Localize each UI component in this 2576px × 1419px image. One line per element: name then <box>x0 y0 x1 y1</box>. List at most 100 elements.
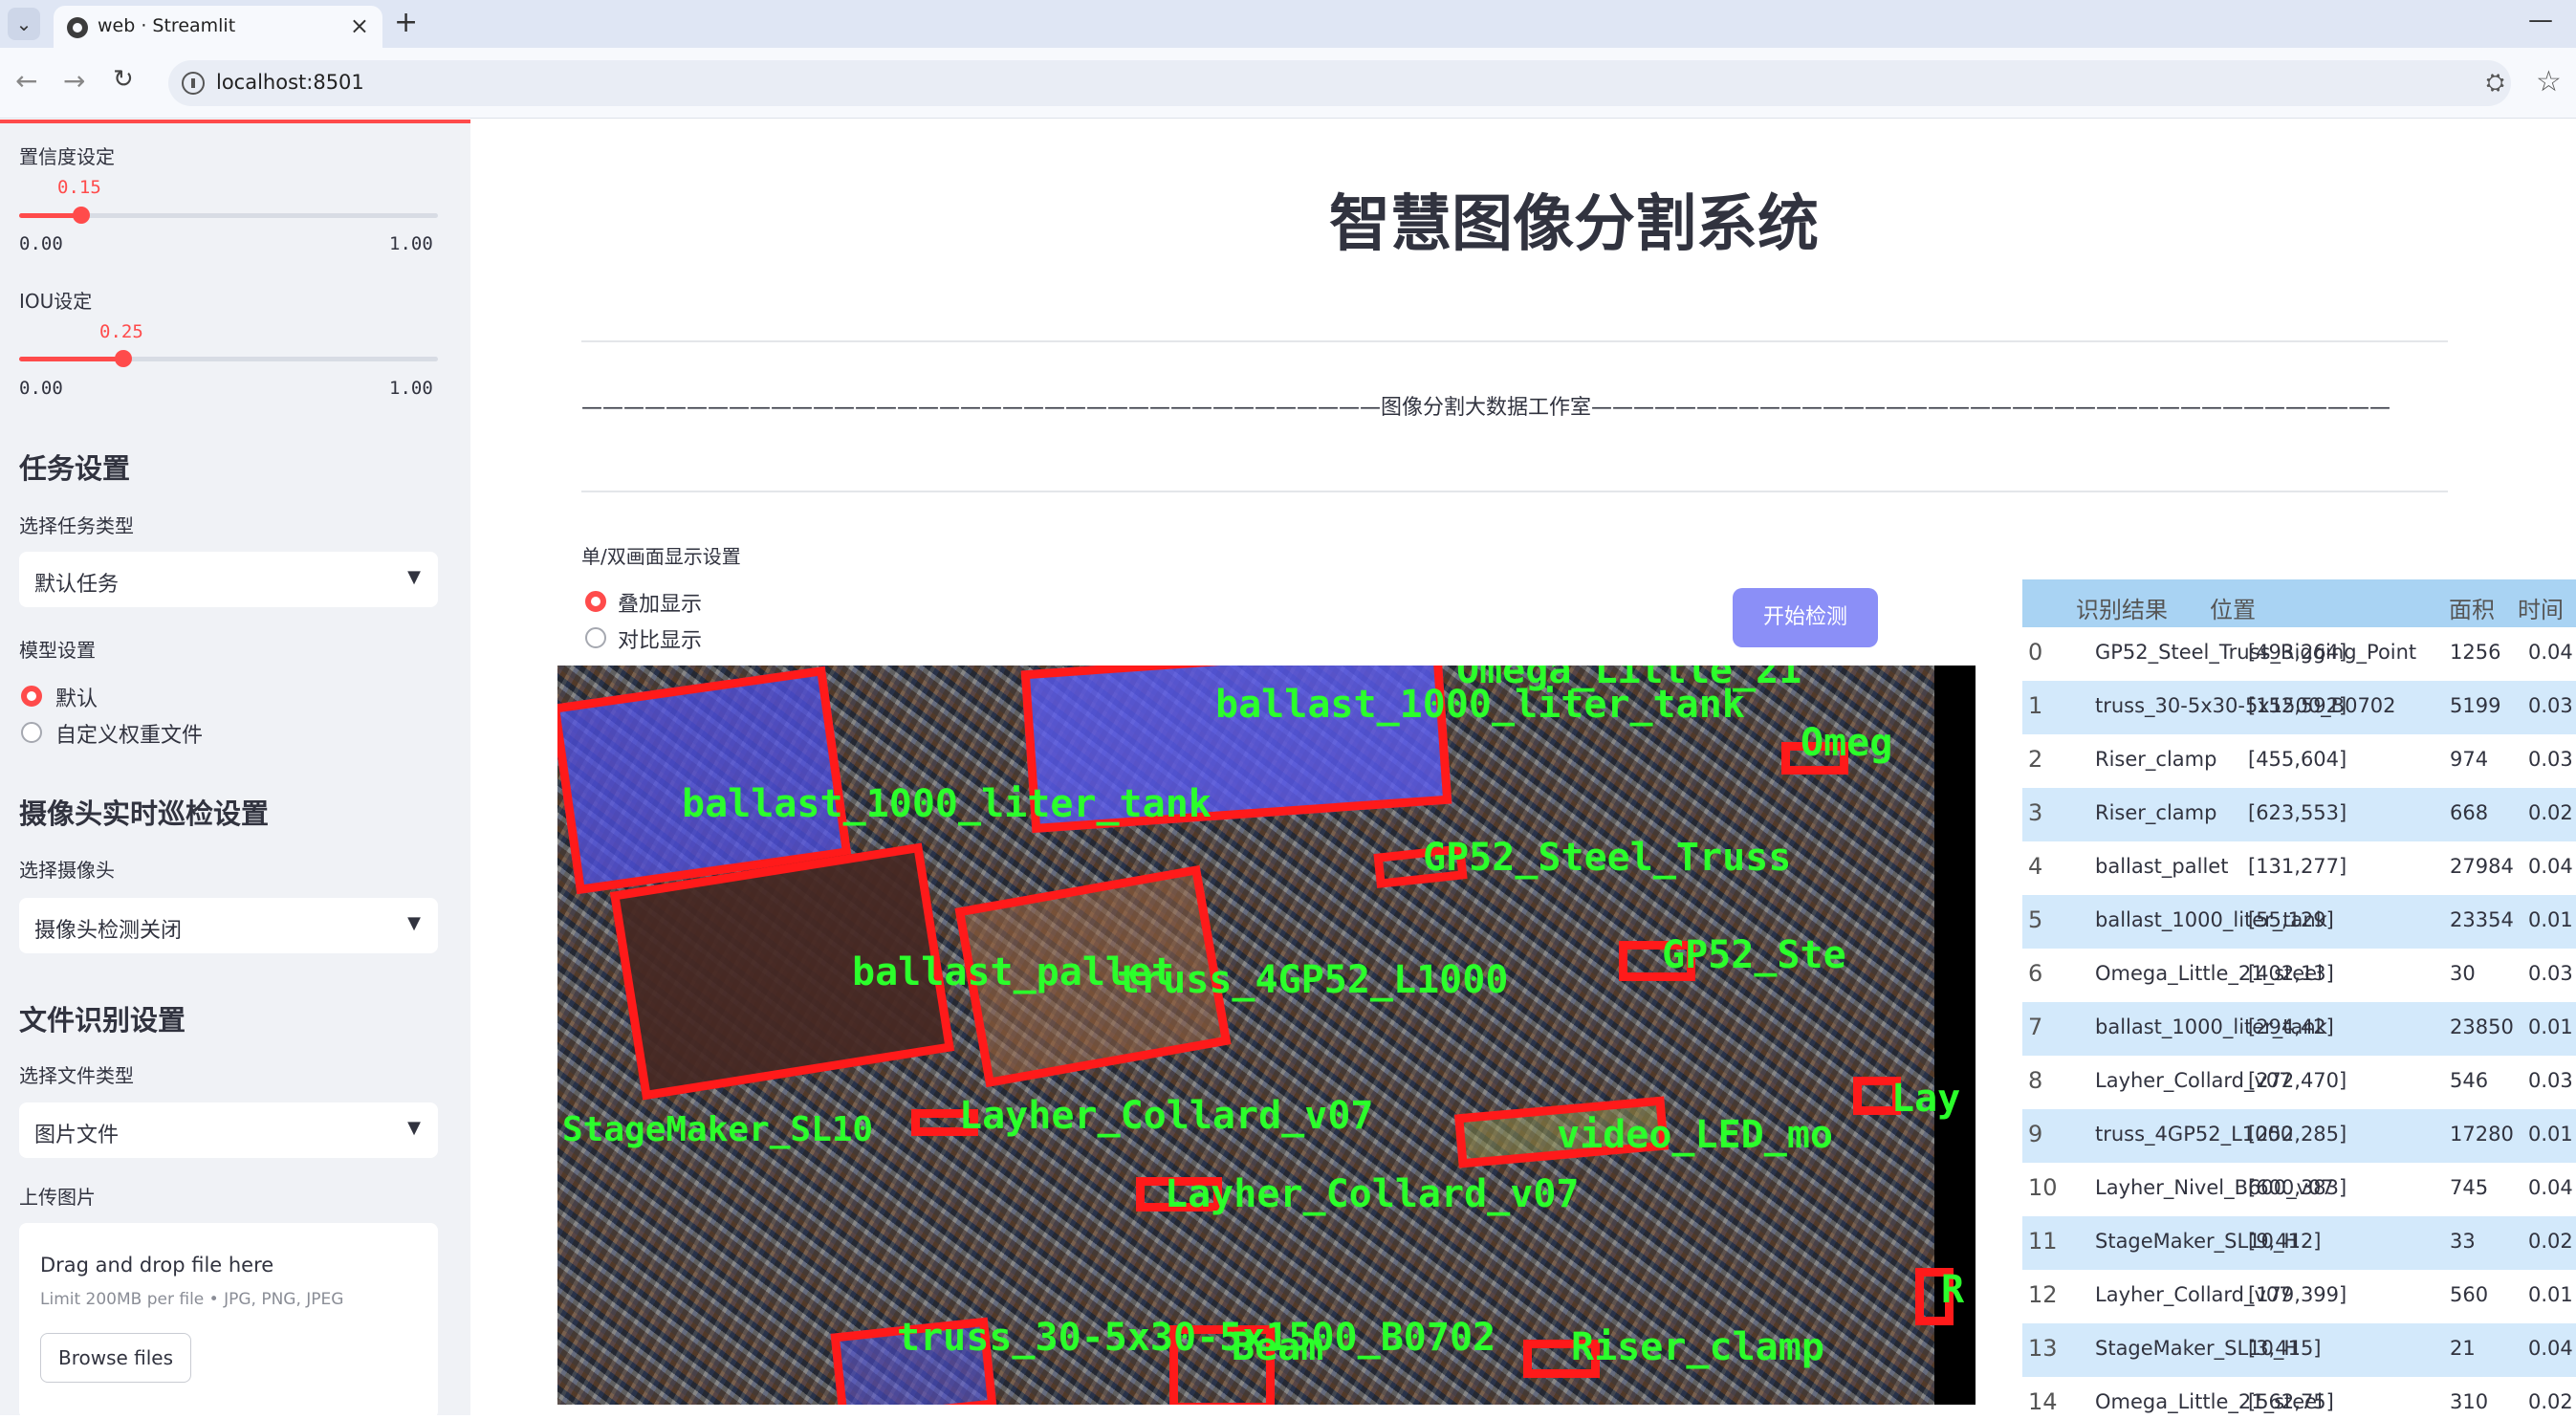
minimize-window-icon[interactable]: — <box>2528 6 2553 34</box>
close-tab-icon[interactable]: × <box>350 12 369 39</box>
model-custom-radio[interactable] <box>21 722 42 743</box>
position-cell: [9,412] <box>2248 1230 2322 1253</box>
compare-display-radio[interactable] <box>585 627 606 648</box>
overlay-display-radio[interactable] <box>585 591 606 612</box>
result-name-cell: Riser_clamp <box>2095 801 2217 824</box>
position-cell: [455,604] <box>2248 748 2347 771</box>
area-cell: 668 <box>2450 801 2489 824</box>
table-row[interactable]: 7 ballast_1000_liter_tank [294,42] 23850 0.0… <box>2022 1002 2576 1056</box>
position-cell: [623,553] <box>2248 801 2347 824</box>
model-default-radio[interactable] <box>21 686 42 707</box>
row-index: 8 <box>2028 1067 2043 1094</box>
area-cell: 745 <box>2450 1176 2489 1199</box>
table-row[interactable]: 2 Riser_clamp [455,604] 974 0.03 <box>2022 734 2576 788</box>
detection-label: truss_4GP52_L1000 <box>1117 958 1509 1002</box>
column-header[interactable]: 面积 <box>2449 591 2495 624</box>
back-arrow-icon[interactable]: ← <box>15 65 37 97</box>
detection-label: StageMaker_SL10 <box>562 1110 874 1149</box>
reload-icon[interactable]: ↻ <box>113 65 134 94</box>
divider <box>581 340 2448 342</box>
confidence-label: 置信度设定 <box>19 145 115 168</box>
row-index: 2 <box>2028 746 2043 773</box>
tab-search-icon[interactable]: ⌄ <box>8 8 40 40</box>
table-row[interactable]: 5 ballast_1000_liter_tank [55,129] 23354 0.0… <box>2022 895 2576 949</box>
site-info-icon[interactable] <box>182 72 205 95</box>
area-cell: 21 <box>2450 1337 2476 1360</box>
iou-slider[interactable] <box>19 350 438 367</box>
task-section-heading: 任务设置 <box>19 452 131 485</box>
table-row[interactable]: 6 Omega_Little_21_steel [402,13] 30 0.03 <box>2022 949 2576 1002</box>
confidence-slider[interactable] <box>19 207 438 224</box>
time-cell: 0.03 <box>2528 748 2573 771</box>
translate-icon[interactable]: ⛭ <box>2486 69 2504 96</box>
iou-min: 0.00 <box>19 378 63 399</box>
table-row[interactable]: 10 Layher_Nivel_B600_v07 [600,383] 745 0.04 <box>2022 1163 2576 1216</box>
confidence-slider-thumb[interactable] <box>73 207 90 224</box>
browse-files-button[interactable]: Browse files <box>40 1333 191 1383</box>
table-row[interactable]: 8 Layher_Collard_v07 [272,470] 546 0.03 <box>2022 1056 2576 1109</box>
detection-label: Layher_Collard_v07 <box>959 1094 1374 1138</box>
iou-slider-thumb[interactable] <box>115 350 132 367</box>
task-type-label: 选择任务类型 <box>19 514 134 537</box>
model-default-label[interactable]: 默认 <box>55 682 98 712</box>
detection-label: ballast_1000_liter_tank <box>1215 683 1745 727</box>
detection-label: GP52_Steel_Truss <box>1423 836 1792 880</box>
column-header[interactable]: 时间 <box>2518 591 2564 624</box>
page-title: 智慧图像分割系统 <box>1329 189 1819 260</box>
time-cell: 0.04 <box>2528 1176 2573 1199</box>
table-row[interactable]: 4 ballast_pallet [131,277] 27984 0.04 <box>2022 841 2576 895</box>
time-cell: 0.04 <box>2528 1337 2573 1360</box>
file-type-select[interactable]: 图片文件 ▼ <box>19 1102 438 1158</box>
table-row[interactable]: 13 StageMaker_SL10_H [3,415] 21 0.04 <box>2022 1323 2576 1377</box>
detection-label: R <box>1941 1268 1965 1312</box>
result-name-cell: truss_30-5x30-5x1500_B0702 <box>2095 694 2396 717</box>
area-cell: 27984 <box>2450 855 2514 878</box>
file-type-label: 选择文件类型 <box>19 1064 134 1087</box>
start-detection-button[interactable]: 开始检测 <box>1733 588 1878 647</box>
time-cell: 0.03 <box>2528 1069 2573 1092</box>
address-bar[interactable]: localhost:8501 <box>168 60 2511 106</box>
column-header[interactable]: 位置 <box>2210 591 2256 624</box>
iou-slider-fill <box>19 357 124 361</box>
row-index: 0 <box>2028 639 2043 666</box>
browser-tab[interactable]: web · Streamlit × <box>54 6 382 48</box>
area-cell: 560 <box>2450 1283 2489 1306</box>
results-table[interactable]: 识别结果 位置 面积 时间 0 GP52_Steel_Truss_Rigging_… <box>2022 579 2576 1415</box>
camera-select[interactable]: 摄像头检测关闭 ▼ <box>19 898 438 953</box>
compare-display-label[interactable]: 对比显示 <box>618 623 702 654</box>
row-index: 6 <box>2028 960 2043 987</box>
area-cell: 30 <box>2450 962 2476 985</box>
detection-label: GP52_Ste <box>1662 933 1846 977</box>
overlay-display-label[interactable]: 叠加显示 <box>618 587 702 618</box>
detection-label: truss_30-5x30-5x1500_B0702 <box>897 1316 1496 1360</box>
task-type-select[interactable]: 默认任务 ▼ <box>19 552 438 607</box>
studio-banner: ——————————————————————————————————————图像… <box>581 396 2391 420</box>
table-row[interactable]: 12 Layher_Collard_v07 [179,399] 560 0.01 <box>2022 1270 2576 1323</box>
iou-max: 1.00 <box>389 378 433 399</box>
forward-arrow-icon[interactable]: → <box>63 65 85 97</box>
row-index: 1 <box>2028 692 2043 719</box>
area-cell: 23354 <box>2450 908 2514 931</box>
row-index: 5 <box>2028 906 2043 933</box>
table-row[interactable]: 14 Omega_Little_21_steel [562,75] 310 0.02 <box>2022 1377 2576 1415</box>
camera-label: 选择摄像头 <box>19 859 115 882</box>
table-row[interactable]: 11 StageMaker_SL10_H [9,412] 33 0.02 <box>2022 1216 2576 1270</box>
area-cell: 17280 <box>2450 1123 2514 1146</box>
file-uploader-dropzone[interactable]: Drag and drop file here Limit 200MB per … <box>19 1223 438 1419</box>
time-cell: 0.01 <box>2528 1283 2573 1306</box>
model-custom-label[interactable]: 自定义权重文件 <box>55 718 203 749</box>
table-row[interactable]: 0 GP52_Steel_Truss_Rigging_Point [493,264]… <box>2022 627 2576 681</box>
row-index: 12 <box>2028 1281 2058 1308</box>
time-cell: 0.02 <box>2528 1390 2573 1413</box>
time-cell: 0.01 <box>2528 908 2573 931</box>
column-header[interactable]: 识别结果 <box>2076 591 2168 624</box>
url-text[interactable]: localhost:8501 <box>216 71 364 94</box>
table-row[interactable]: 1 truss_30-5x30-5x1500_B0702 [152,592] 5199… <box>2022 681 2576 734</box>
time-cell: 0.01 <box>2528 1015 2573 1038</box>
bookmark-star-icon[interactable]: ☆ <box>2536 65 2562 98</box>
table-row[interactable]: 9 truss_4GP52_L1000 [252,285] 17280 0.01 <box>2022 1109 2576 1163</box>
new-tab-icon[interactable]: + <box>394 6 418 39</box>
table-row[interactable]: 3 Riser_clamp [623,553] 668 0.02 <box>2022 788 2576 841</box>
position-cell: [179,399] <box>2248 1283 2347 1306</box>
position-cell: [152,592] <box>2248 694 2347 717</box>
